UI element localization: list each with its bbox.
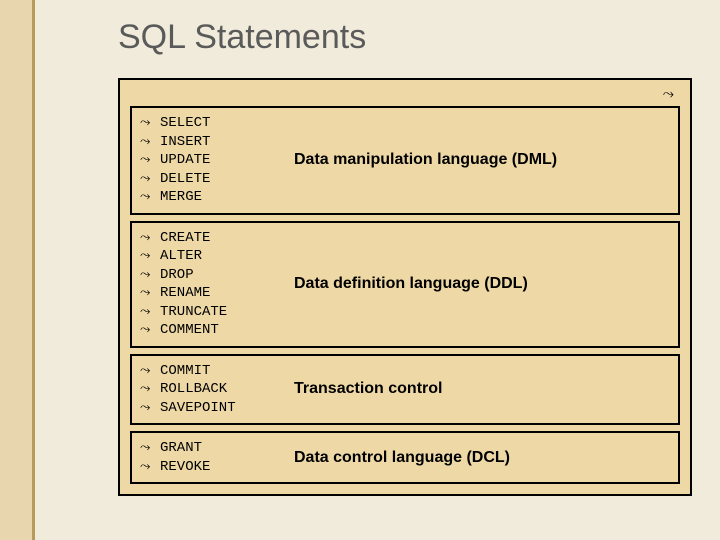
command-list: ⤳ CREATE ⤳ ALTER ⤳ DROP ⤳ RENAME ⤳ TRUNCATE ⤳… [140,229,286,340]
command-text: INSERT [160,134,210,152]
list-item: ⤳ REVOKE [140,458,286,477]
list-item: ⤳ DROP [140,266,286,285]
command-text: DROP [160,267,194,285]
group-transaction: ⤳ COMMIT ⤳ ROLLBACK ⤳ SAVEPOINT Transaction… [130,354,680,426]
command-text: TRUNCATE [160,304,227,322]
bullet-icon: ⤳ [140,458,154,474]
panel-top-glyph: ⤳ [130,88,680,100]
command-text: MERGE [160,189,202,207]
command-list: ⤳ SELECT ⤳ INSERT ⤳ UPDATE ⤳ DELETE ⤳ MERGE [140,114,286,207]
statements-panel: ⤳ ⤳ SELECT ⤳ INSERT ⤳ UPDATE ⤳ DELETE ⤳ MERGE… [118,78,692,496]
command-list: ⤳ COMMIT ⤳ ROLLBACK ⤳ SAVEPOINT [140,362,286,418]
command-text: COMMIT [160,363,210,381]
list-item: ⤳ TRUNCATE [140,303,286,322]
bullet-icon: ⤳ [140,247,154,263]
page-title: SQL Statements [118,18,366,57]
bullet-icon: ⤳ [140,362,154,378]
bullet-icon: ⤳ [140,266,154,282]
decorative-left-stripe [0,0,32,540]
bullet-icon: ⤳ [140,399,154,415]
group-ddl: ⤳ CREATE ⤳ ALTER ⤳ DROP ⤳ RENAME ⤳ TRUNCATE ⤳… [130,221,680,348]
group-label: Data control language (DCL) [294,449,510,467]
command-list: ⤳ GRANT ⤳ REVOKE [140,439,286,476]
bullet-icon: ⤳ [140,114,154,130]
command-text: SELECT [160,115,210,133]
list-item: ⤳ RENAME [140,284,286,303]
bullet-icon: ⤳ [140,303,154,319]
group-dml: ⤳ SELECT ⤳ INSERT ⤳ UPDATE ⤳ DELETE ⤳ MERGE D… [130,106,680,215]
command-text: CREATE [160,230,210,248]
bullet-icon: ⤳ [140,380,154,396]
command-text: ROLLBACK [160,381,227,399]
bullet-icon: ⤳ [140,133,154,149]
list-item: ⤳ ALTER [140,247,286,266]
bullet-icon: ⤳ [140,188,154,204]
list-item: ⤳ CREATE [140,229,286,248]
command-text: DELETE [160,171,210,189]
bullet-icon: ⤳ [140,151,154,167]
command-text: COMMENT [160,322,219,340]
list-item: ⤳ SELECT [140,114,286,133]
bullet-icon: ⤳ [140,284,154,300]
command-text: GRANT [160,440,202,458]
command-text: UPDATE [160,152,210,170]
bullet-icon: ⤳ [140,439,154,455]
group-label: Data manipulation language (DML) [294,151,557,169]
command-text: RENAME [160,285,210,303]
list-item: ⤳ ROLLBACK [140,380,286,399]
group-label: Data definition language (DDL) [294,275,528,293]
command-text: ALTER [160,248,202,266]
list-item: ⤳ COMMENT [140,321,286,340]
group-label: Transaction control [294,380,442,398]
list-item: ⤳ SAVEPOINT [140,399,286,418]
list-item: ⤳ INSERT [140,133,286,152]
bullet-icon: ⤳ [140,321,154,337]
list-item: ⤳ DELETE [140,170,286,189]
command-text: REVOKE [160,459,210,477]
bullet-icon: ⤳ [140,229,154,245]
list-item: ⤳ MERGE [140,188,286,207]
list-item: ⤳ UPDATE [140,151,286,170]
list-item: ⤳ COMMIT [140,362,286,381]
list-item: ⤳ GRANT [140,439,286,458]
command-text: SAVEPOINT [160,400,236,418]
bullet-icon: ⤳ [140,170,154,186]
group-dcl: ⤳ GRANT ⤳ REVOKE Data control language (DC… [130,431,680,484]
